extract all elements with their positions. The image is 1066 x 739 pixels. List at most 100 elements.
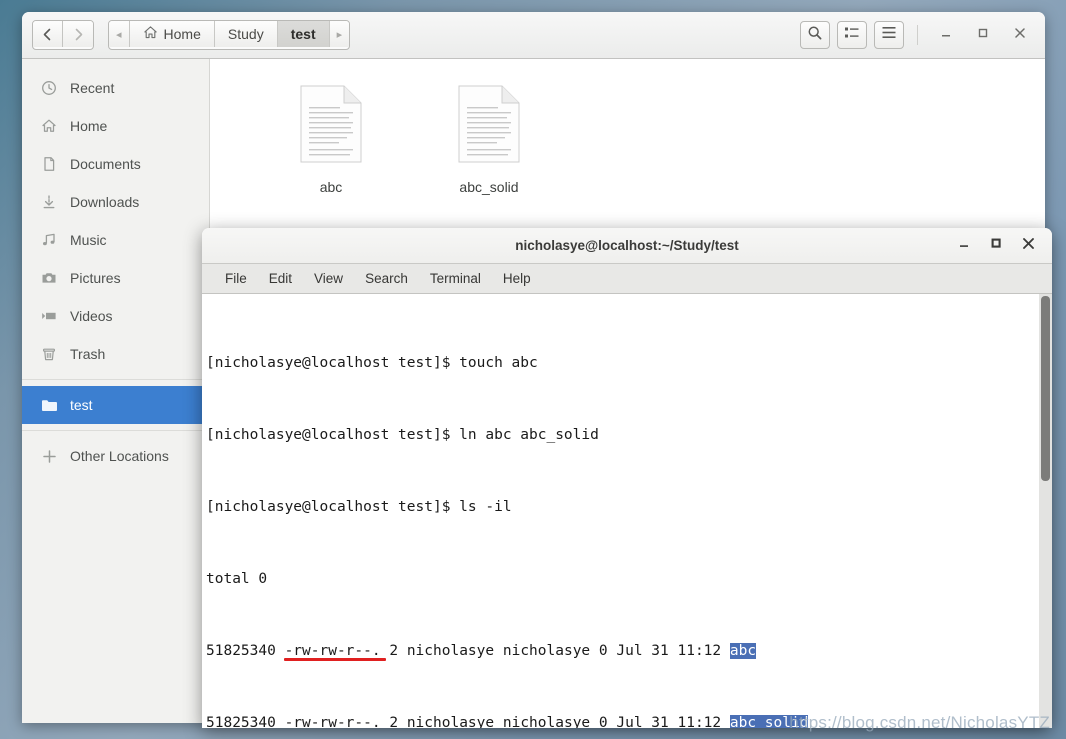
hamburger-menu-icon [881,26,897,44]
ls-space [721,715,730,728]
terminal-line-output: total 0 [206,570,1039,588]
terminal-command: touch abc [459,355,538,371]
annotation-underline [284,658,386,661]
ls-space [494,715,503,728]
sidebar-item-label: Videos [70,308,113,324]
sidebar: Recent Home Documents Downloads Music Pi… [22,59,210,723]
menu-file[interactable]: File [214,265,258,293]
sidebar-item-music[interactable]: Music [22,221,209,259]
menu-edit[interactable]: Edit [258,265,303,293]
file-item-abc-solid[interactable]: abc_solid [410,81,568,195]
terminal-prompt: [nicholasye@localhost test]$ [206,427,460,443]
sidebar-item-downloads[interactable]: Downloads [22,183,209,221]
triangle-right-icon: ▸ [336,28,343,41]
sidebar-item-recent[interactable]: Recent [22,69,209,107]
maximize-icon [989,236,1003,255]
clock-icon [40,80,58,96]
back-button[interactable] [33,21,63,47]
terminal-window: nicholasye@localhost:~/Study/test File E… [202,228,1052,728]
terminal-minimize-button[interactable] [948,231,980,261]
ls-group: nicholasye [502,643,591,659]
breadcrumb-item-study[interactable]: Study [214,21,278,47]
ls-size: 0 [598,643,608,659]
sidebar-item-documents[interactable]: Documents [22,145,209,183]
plus-icon [40,449,58,464]
sidebar-item-videos[interactable]: Videos [22,297,209,335]
chevron-left-icon [41,28,54,41]
headerbar-divider [917,25,918,45]
breadcrumb-item-test[interactable]: test [277,21,330,47]
menu-view[interactable]: View [303,265,354,293]
terminal-window-buttons [948,231,1052,261]
sidebar-item-label: Trash [70,346,106,362]
triangle-left-icon: ◂ [116,28,122,41]
sidebar-item-home[interactable]: Home [22,107,209,145]
terminal-scrollbar[interactable] [1039,294,1052,728]
file-item-abc[interactable]: abc [252,81,410,195]
sidebar-item-test[interactable]: test [22,386,209,424]
terminal-command: ln abc abc_solid [459,427,599,443]
ls-space [721,643,730,659]
terminal-prompt: [nicholasye@localhost test]$ [206,355,460,371]
ls-group: nicholasye [502,715,591,728]
terminal-maximize-button[interactable] [980,231,1012,261]
ls-filename-selected: abc_solid [729,715,809,728]
maximize-button[interactable] [968,21,998,49]
text-file-icon [458,85,520,168]
main-menu-button[interactable] [874,21,904,49]
ls-permissions: -rw-rw-r--. [284,715,381,728]
terminal-line-command: [nicholasye@localhost test]$ ln abc abc_… [206,426,1039,444]
terminal-title: nicholasye@localhost:~/Study/test [515,238,739,253]
sidebar-item-other-locations[interactable]: Other Locations [22,437,209,475]
terminal-output-text: total 0 [206,571,268,587]
menu-search[interactable]: Search [354,265,419,293]
ls-space [398,715,407,728]
headerbar-actions [800,21,1035,49]
terminal-line-listing: 51825340 -rw-rw-r--. 2 nicholasye nichol… [206,714,1039,728]
terminal-line-listing: 51825340 -rw-rw-r--. 2 nicholasye nichol… [206,642,1039,661]
ls-size: 0 [598,715,608,728]
music-note-icon [40,232,58,248]
camera-icon [40,270,58,286]
ls-space [276,643,285,659]
ls-space [590,715,599,728]
breadcrumb-scroll-right[interactable]: ▸ [329,21,350,47]
sidebar-item-label: Pictures [70,270,121,286]
ls-inode: 51825340 [206,643,276,659]
sidebar-item-label: Other Locations [70,448,169,464]
ls-date: Jul 31 11:12 [616,715,722,728]
sidebar-item-pictures[interactable]: Pictures [22,259,209,297]
navigation-buttons [32,20,94,50]
ls-filename-selected: abc [729,643,757,659]
sidebar-item-label: Downloads [70,194,140,210]
close-button[interactable] [1005,21,1035,49]
ls-date: Jul 31 11:12 [616,643,722,659]
ls-space [494,643,503,659]
file-item-label: abc_solid [459,179,519,195]
terminal-close-button[interactable] [1012,231,1044,261]
sidebar-item-trash[interactable]: Trash [22,335,209,373]
ls-permissions: -rw-rw-r--. [284,643,381,659]
ls-space [398,643,407,659]
text-file-icon [300,85,362,168]
forward-button[interactable] [63,21,93,47]
minimize-button[interactable] [931,21,961,49]
ls-owner: nicholasye [406,643,495,659]
sidebar-divider [22,379,209,380]
breadcrumb-scroll-left[interactable]: ◂ [109,21,130,47]
terminal-output[interactable]: [nicholasye@localhost test]$ touch abc [… [202,294,1039,728]
search-button[interactable] [800,21,830,49]
download-icon [40,194,58,210]
chevron-right-icon [72,28,85,41]
breadcrumb-item-home[interactable]: Home [129,21,215,47]
close-icon [1013,26,1027,45]
home-icon [40,118,58,134]
terminal-scrollbar-thumb[interactable] [1041,296,1050,481]
file-manager-headerbar: ◂ Home Study test ▸ [22,12,1045,59]
terminal-screen[interactable]: [nicholasye@localhost test]$ touch abc [… [202,294,1052,728]
menu-help[interactable]: Help [492,265,542,293]
ls-space [590,643,599,659]
ls-link-count: 2 [389,643,399,659]
menu-terminal[interactable]: Terminal [419,265,492,293]
view-options-button[interactable] [837,21,867,49]
